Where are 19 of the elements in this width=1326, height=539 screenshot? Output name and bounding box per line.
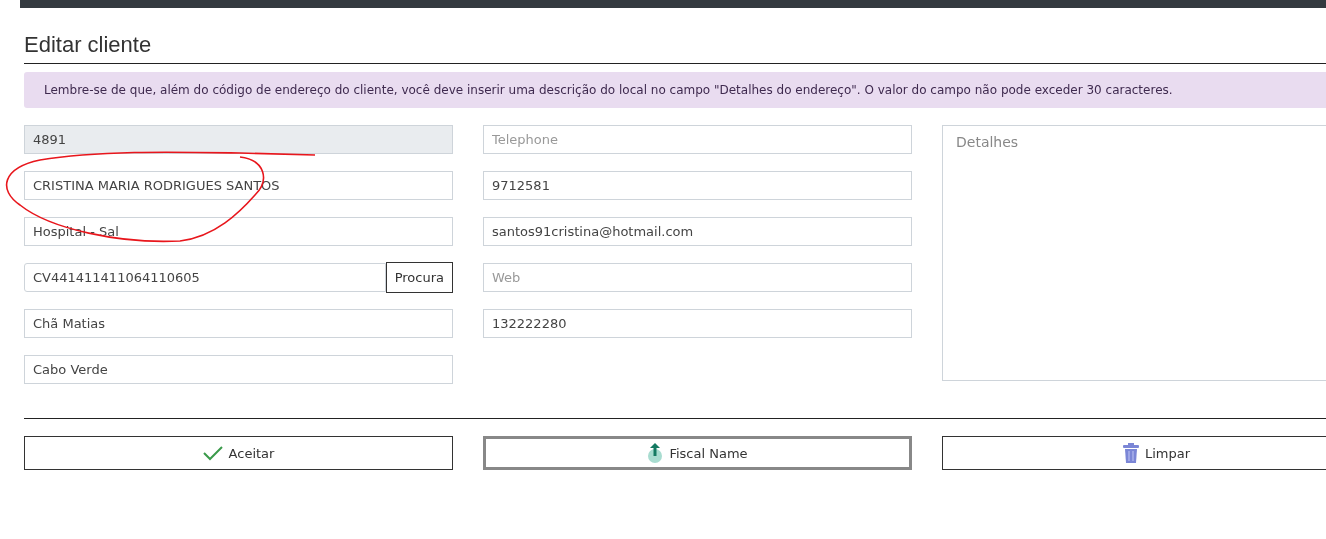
input-field[interactable]: CV441411411064110605 xyxy=(24,263,386,292)
checkmark-icon xyxy=(202,445,223,461)
input-field[interactable]: Chã Matias xyxy=(24,309,453,338)
input-field[interactable]: 9712581 xyxy=(483,171,912,200)
input-field[interactable]: santos91cristina@hotmail.com xyxy=(483,217,912,246)
input-field[interactable]: Hospital - Sal xyxy=(24,217,453,246)
input-field[interactable]: 132222280 xyxy=(483,309,912,338)
action-button[interactable]: Aceitar xyxy=(24,436,453,470)
info-alert: Lembre-se de que, além do código de endereço do cliente, você deve inserir uma descrição do local no campo "Detalhes do endereço". O valor do campo não pode exceder 30 caracteres. xyxy=(24,72,1326,108)
details-textarea[interactable]: Detalhes xyxy=(942,125,1326,381)
upload-icon xyxy=(647,442,664,464)
input-field[interactable]: Web xyxy=(483,263,912,292)
search-button[interactable]: Procura xyxy=(385,262,453,293)
trash-icon xyxy=(1122,443,1139,463)
action-button[interactable]: Limpar xyxy=(942,436,1326,470)
input-field[interactable]: Cabo Verde xyxy=(24,355,453,384)
input-field[interactable]: Telephone xyxy=(483,125,912,154)
page-title: Editar cliente xyxy=(24,32,152,59)
action-button[interactable]: Fiscal Name xyxy=(483,436,912,470)
